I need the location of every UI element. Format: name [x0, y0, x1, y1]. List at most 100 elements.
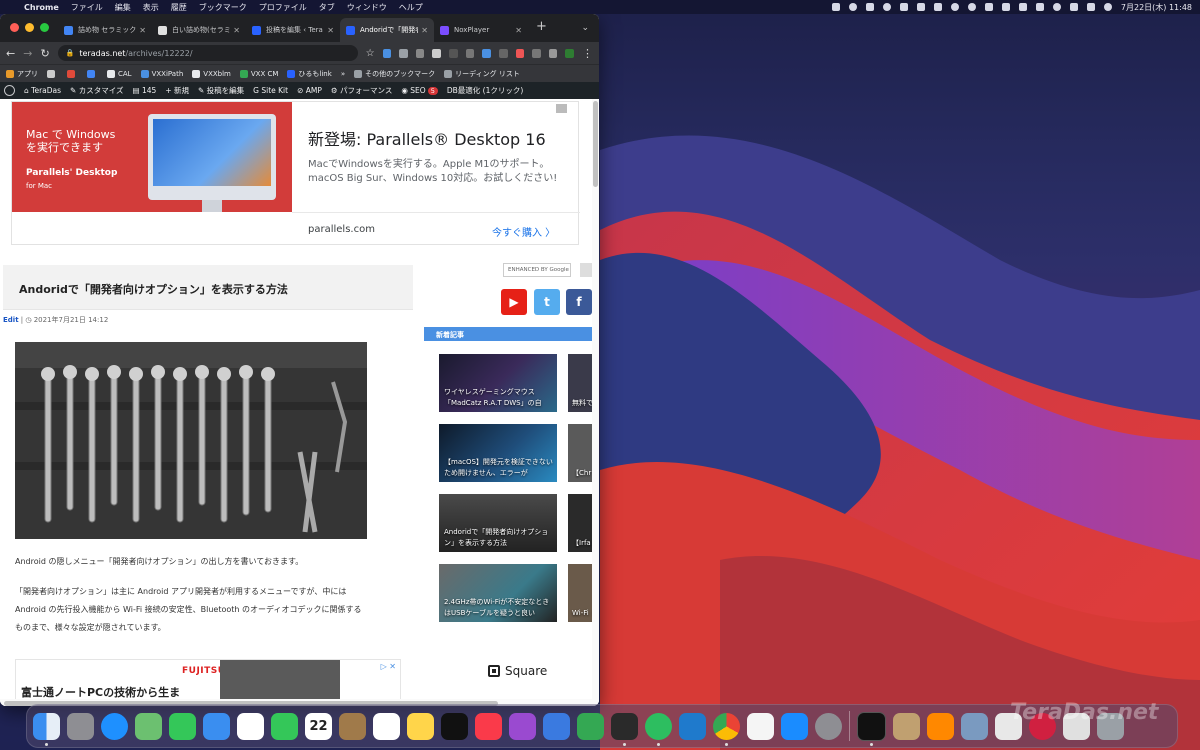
terminal-icon[interactable] — [857, 711, 886, 746]
bookmark-cal[interactable]: CAL — [107, 69, 132, 78]
extension-icon[interactable] — [498, 48, 508, 58]
extension-icon[interactable] — [565, 48, 574, 58]
extension-icon[interactable] — [432, 48, 442, 58]
vlc-icon[interactable] — [927, 712, 954, 740]
wp-db-optimize[interactable]: DB最適化 (1クリック) — [447, 85, 523, 96]
evernote-icon[interactable] — [645, 712, 672, 746]
wp-edit-post[interactable]: ✎ 投稿を編集 — [198, 85, 244, 96]
wp-performance[interactable]: ⚙ パフォーマンス — [331, 85, 392, 96]
other-bookmarks[interactable]: その他のブックマーク — [354, 69, 435, 79]
new-tab-icon[interactable]: + — [536, 19, 547, 34]
status-icon[interactable] — [950, 3, 959, 11]
wp-seo[interactable]: ◉ SEO 5 — [401, 86, 438, 95]
numbers-icon[interactable] — [577, 712, 604, 740]
wp-comments[interactable]: ▤ 145 — [133, 86, 157, 95]
ad-image[interactable]: Mac で Windows を実行できます Parallels' Desktop … — [12, 102, 292, 212]
mail-icon[interactable] — [203, 712, 230, 740]
status-icon[interactable] — [899, 3, 908, 11]
new-post-card[interactable]: 【macOS】開発元を検証できないため開けません、エラーが — [439, 424, 557, 482]
settings-icon[interactable] — [815, 712, 842, 740]
notes-icon[interactable] — [407, 712, 434, 740]
volume-icon[interactable] — [1035, 3, 1044, 11]
vscode-icon[interactable] — [679, 712, 706, 740]
zoom-window-button[interactable] — [40, 23, 49, 32]
extension-icon[interactable] — [382, 48, 392, 58]
safari-icon[interactable] — [101, 712, 128, 740]
close-icon[interactable]: ✕ — [233, 26, 240, 35]
wp-sitekit[interactable]: G Site Kit — [253, 86, 288, 95]
extension-icon[interactable] — [415, 48, 425, 58]
lock-icon[interactable]: 🔒 — [66, 49, 75, 57]
youtube-icon[interactable]: ▶ — [501, 289, 527, 315]
close-icon[interactable]: ✕ — [327, 26, 334, 35]
chrome-menu-icon[interactable]: ⋮ — [582, 47, 593, 60]
bookmark-star-icon[interactable]: ☆ — [366, 48, 375, 59]
new-post-card[interactable]: 無料で… 犠牲を — [568, 354, 592, 412]
menu-tab[interactable]: タブ — [313, 2, 341, 13]
scroll-thumb[interactable] — [593, 101, 598, 187]
reminders-icon[interactable] — [373, 712, 400, 740]
extension-icon[interactable] — [449, 48, 458, 58]
new-post-card[interactable]: Wi-Fi トプ — [568, 564, 592, 622]
maps-icon[interactable] — [135, 712, 162, 740]
bookmark-hirumo[interactable]: ひるもlink — [287, 69, 332, 79]
bookmark-vxxcm[interactable]: VXX CM — [239, 69, 278, 78]
chrome-icon[interactable] — [713, 712, 740, 746]
forward-icon[interactable]: → — [23, 47, 32, 60]
search-input[interactable]: ENHANCED BY Google — [503, 263, 571, 277]
bookmarks-overflow[interactable]: » — [341, 70, 345, 78]
menu-help[interactable]: ヘルプ — [393, 2, 429, 13]
twitter-icon[interactable]: t — [534, 289, 560, 315]
music-icon[interactable] — [475, 712, 502, 740]
menu-edit[interactable]: 編集 — [109, 2, 137, 13]
photos-icon[interactable] — [237, 712, 264, 740]
tab-active[interactable]: Andoridで「開発者 ✕ — [340, 18, 434, 42]
wp-new[interactable]: + 新規 — [165, 85, 189, 96]
extension-icon[interactable] — [465, 48, 475, 58]
ad-title[interactable]: 新登場: Parallels® Desktop 16 — [308, 126, 546, 150]
status-icon[interactable] — [984, 3, 993, 11]
wp-amp[interactable]: ⊘ AMP — [297, 86, 322, 95]
messages-icon[interactable] — [169, 712, 196, 740]
reading-list[interactable]: リーディング リスト — [444, 69, 520, 79]
new-post-card[interactable]: Andoridで「開発者向けオプション」を表示する方法 — [439, 494, 557, 552]
ad-buy-button[interactable]: 今すぐ購入 〉 — [492, 224, 555, 239]
status-icon[interactable] — [882, 3, 891, 11]
menu-app-name[interactable]: Chrome — [18, 3, 65, 12]
new-post-card[interactable]: ワイヤレスゲーミングマウス「MadCatz R.A.T DWS」の自 — [439, 354, 557, 412]
calendar-icon[interactable]: 22 — [305, 712, 332, 740]
cloud-icon[interactable] — [916, 3, 925, 11]
back-icon[interactable]: ← — [6, 47, 15, 60]
wordpress-icon[interactable] — [4, 85, 15, 96]
close-icon[interactable]: ✕ — [421, 26, 428, 35]
menu-profile[interactable]: プロファイル — [253, 2, 313, 13]
status-icon[interactable] — [967, 3, 976, 11]
close-window-button[interactable] — [10, 23, 19, 32]
contacts-icon[interactable] — [339, 712, 366, 740]
tab[interactable]: 投稿を編集 ‹ Tera ✕ — [246, 18, 340, 42]
menu-view[interactable]: 表示 — [137, 2, 165, 13]
edit-link[interactable]: Edit — [3, 316, 19, 324]
tab-search-icon[interactable]: ⌄ — [581, 23, 589, 33]
minimize-window-button[interactable] — [25, 23, 34, 32]
facebook-icon[interactable]: f — [566, 289, 592, 315]
reload-icon[interactable]: ↻ — [40, 47, 49, 60]
square-ad[interactable]: Square — [488, 664, 547, 678]
wp-customize[interactable]: ✎ カスタマイズ — [70, 85, 123, 96]
parallels-ad[interactable]: Mac で Windows を実行できます Parallels' Desktop … — [11, 101, 580, 245]
bookmark-item[interactable] — [67, 69, 78, 78]
appstore-icon[interactable] — [781, 712, 808, 740]
extension-icon[interactable] — [515, 48, 525, 58]
facetime-icon[interactable] — [271, 712, 298, 740]
ad-domain[interactable]: parallels.com — [308, 224, 375, 235]
input-source-icon[interactable] — [1018, 3, 1027, 11]
affinity-icon[interactable] — [893, 712, 920, 740]
finder-icon[interactable] — [33, 712, 60, 746]
close-icon[interactable]: ✕ — [515, 26, 522, 35]
status-icon[interactable] — [933, 3, 942, 11]
control-center-icon[interactable] — [1086, 3, 1095, 11]
launchpad-icon[interactable] — [67, 712, 94, 740]
preview-icon[interactable] — [961, 712, 988, 740]
close-icon[interactable]: ✕ — [139, 26, 146, 35]
wifi-icon[interactable] — [1052, 3, 1061, 11]
